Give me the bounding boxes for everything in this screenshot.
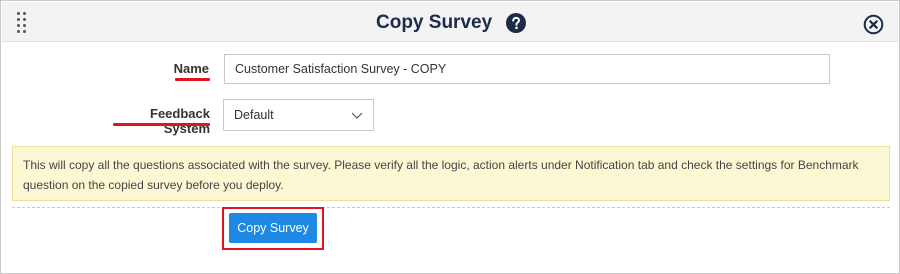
name-label: Name (173, 61, 209, 76)
dialog-title: Copy Survey (376, 12, 493, 33)
close-icon[interactable] (863, 14, 884, 35)
feedback-system-select[interactable]: Default (223, 99, 374, 131)
feedback-system-selected-value: Default (234, 108, 274, 122)
divider (12, 207, 890, 208)
feedback-system-label: Feedback System (150, 106, 210, 136)
feedback-system-label-highlight (113, 123, 210, 126)
copy-warning-text: This will copy all the questions associa… (23, 158, 859, 192)
dialog-header: Copy Survey (2, 2, 898, 42)
chevron-down-icon (351, 112, 363, 119)
help-icon[interactable] (506, 13, 527, 33)
copy-survey-dialog: Copy Survey Name Feedback System Default… (0, 0, 900, 274)
copy-warning-notice: This will copy all the questions associa… (12, 146, 890, 201)
copy-survey-button[interactable]: Copy Survey (229, 213, 317, 243)
name-label-highlight (175, 78, 210, 81)
name-input[interactable] (224, 54, 830, 84)
drag-handle-icon[interactable] (17, 12, 29, 33)
dialog-title-group: Copy Survey (376, 11, 527, 35)
